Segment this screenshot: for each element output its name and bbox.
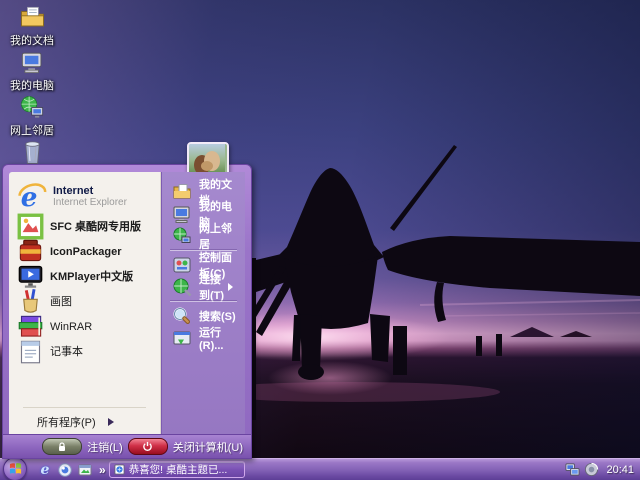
menu-item-run[interactable]: 运行(R)... xyxy=(162,327,245,349)
desktop-icon-my-computer[interactable]: 我的电脑 xyxy=(0,49,64,94)
menu-item-paint[interactable]: 画图 xyxy=(9,289,160,314)
search-icon xyxy=(172,306,192,326)
control-panel-icon xyxy=(172,255,192,275)
all-programs-label: 所有程序(P) xyxy=(37,414,96,430)
network-icon xyxy=(172,226,192,246)
desktop-icon-label: 我的电脑 xyxy=(10,80,54,92)
iconpackager-icon xyxy=(17,238,44,265)
folder-icon xyxy=(172,182,192,202)
menu-item-connect-to[interactable]: 连接到(T) xyxy=(162,276,245,298)
my-documents-icon xyxy=(19,4,46,31)
menu-item-label: 画图 xyxy=(50,296,72,308)
start-menu-bottom-bar: 注销(L) 关闭计算机(U) xyxy=(3,434,251,458)
menu-item-sfc[interactable]: SFC 桌酷网专用版 xyxy=(9,214,160,239)
logoff-button[interactable] xyxy=(42,438,82,455)
shutdown-button[interactable] xyxy=(128,438,168,455)
menu-item-kmplayer[interactable]: KMPlayer中文版 xyxy=(9,264,160,289)
menu-item-label: 搜索(S) xyxy=(199,308,236,324)
desktop-icon-recycle-bin[interactable] xyxy=(0,139,64,166)
all-programs-arrow-icon xyxy=(108,418,114,426)
menu-separator xyxy=(170,301,237,302)
quick-launch-media-player[interactable] xyxy=(57,462,73,478)
menu-item-label: WinRAR xyxy=(50,321,92,333)
menu-separator xyxy=(23,407,146,408)
lock-icon xyxy=(57,442,67,452)
run-icon xyxy=(172,328,192,348)
quick-launch-overflow-chevron[interactable]: » xyxy=(99,463,106,477)
desktop: 我的文档 我的电脑 网上邻居 xyxy=(0,0,640,480)
my-computer-icon xyxy=(19,49,46,76)
taskbar: e » 恭喜您! 桌酷主题已... 20:41 xyxy=(0,458,640,480)
menu-item-notepad[interactable]: 记事本 xyxy=(9,339,160,364)
power-icon xyxy=(142,441,153,452)
submenu-arrow-icon xyxy=(228,283,233,291)
tray-network-icon[interactable] xyxy=(565,462,580,477)
menu-item-internet[interactable]: e InternetInternet Explorer xyxy=(9,180,160,214)
menu-item-iconpackager[interactable]: IconPackager xyxy=(9,239,160,264)
connect-to-icon xyxy=(172,277,192,297)
quick-launch: e xyxy=(37,462,93,478)
menu-item-winrar[interactable]: WinRAR xyxy=(9,314,160,339)
windows-flag-icon xyxy=(9,462,22,475)
paint-icon xyxy=(17,288,44,315)
network-places-icon xyxy=(19,94,46,121)
ie-icon: e xyxy=(41,463,50,477)
show-desktop-icon xyxy=(78,463,92,477)
quick-launch-show-desktop[interactable] xyxy=(77,462,93,478)
tray-volume-icon[interactable] xyxy=(584,462,599,477)
notepad-icon xyxy=(17,338,44,365)
logoff-label: 注销(L) xyxy=(87,439,122,455)
task-button-icon xyxy=(114,464,125,475)
all-programs-button[interactable]: 所有程序(P) xyxy=(9,412,160,432)
taskbar-clock[interactable]: 20:41 xyxy=(606,464,634,476)
menu-item-sublabel: Internet Explorer xyxy=(53,197,127,209)
desktop-icon-my-documents[interactable]: 我的文档 xyxy=(0,4,64,49)
start-button[interactable] xyxy=(3,457,27,480)
menu-item-label: SFC 桌酷网专用版 xyxy=(50,221,141,233)
menu-item-network-places[interactable]: 网上邻居 xyxy=(162,225,245,247)
task-button[interactable]: 恭喜您! 桌酷主题已... xyxy=(109,461,245,478)
desktop-icon-label: 网上邻居 xyxy=(10,125,54,137)
start-menu: e InternetInternet Explorer SFC 桌酷网专用版 I… xyxy=(2,164,252,459)
start-menu-left-panel: e InternetInternet Explorer SFC 桌酷网专用版 I… xyxy=(9,172,161,434)
quick-launch-ie[interactable]: e xyxy=(37,462,53,478)
computer-icon xyxy=(172,204,192,224)
system-tray: 20:41 xyxy=(565,462,640,477)
desktop-icon-network-places[interactable]: 网上邻居 xyxy=(0,94,64,139)
sfc-app-icon xyxy=(17,213,44,240)
kmplayer-icon xyxy=(17,263,44,290)
winrar-icon xyxy=(17,313,44,340)
menu-item-label: 网上邻居 xyxy=(199,220,241,252)
menu-item-label: 记事本 xyxy=(50,346,83,358)
start-menu-right-panel: 我的文档 我的电脑 网上邻居 控制面板(C) xyxy=(161,172,245,434)
recycle-bin-icon xyxy=(19,139,46,166)
media-player-icon xyxy=(58,463,72,477)
menu-item-label: Internet xyxy=(53,185,127,197)
menu-item-label: 连接到(T) xyxy=(199,271,228,303)
internet-explorer-icon: e xyxy=(17,182,47,212)
menu-item-label: 运行(R)... xyxy=(199,324,241,352)
menu-item-label: KMPlayer中文版 xyxy=(50,271,133,283)
wallpaper-jet xyxy=(240,130,640,420)
desktop-icon-label: 我的文档 xyxy=(10,35,54,47)
menu-item-label: IconPackager xyxy=(50,246,122,258)
shutdown-label: 关闭计算机(U) xyxy=(173,439,243,455)
task-button-label: 恭喜您! 桌酷主题已... xyxy=(129,462,228,477)
